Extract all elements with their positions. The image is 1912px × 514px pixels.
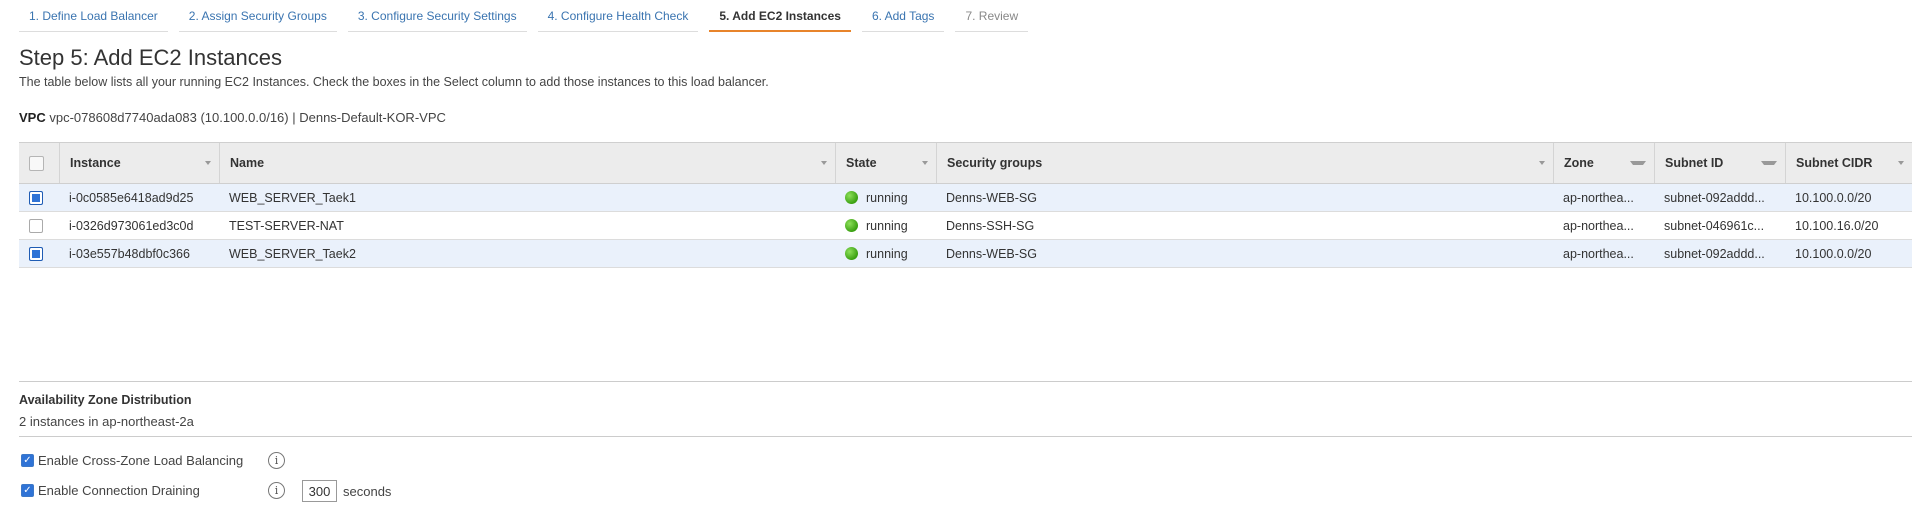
instance-state: running: [835, 212, 936, 239]
page-description: The table below lists all your running E…: [19, 75, 769, 89]
vpc-label: VPC: [19, 110, 46, 125]
connection-draining-checkbox[interactable]: ✓: [21, 484, 34, 497]
running-status-icon: [845, 247, 858, 260]
tab-assign-security-groups[interactable]: 2. Assign Security Groups: [178, 0, 337, 32]
table-row[interactable]: i-0c0585e6418ad9d25 WEB_SERVER_Taek1 run…: [19, 184, 1912, 212]
draining-timeout-input[interactable]: [302, 480, 337, 502]
availability-zone-title: Availability Zone Distribution: [19, 393, 192, 407]
wizard-tabs: 1. Define Load Balancer 2. Assign Securi…: [19, 0, 1039, 32]
instance-state: running: [835, 184, 936, 211]
table-row[interactable]: i-0326d973061ed3c0d TEST-SERVER-NAT runn…: [19, 212, 1912, 240]
table-header: Instance Name State Security groups Zone…: [19, 143, 1912, 184]
info-icon[interactable]: i: [268, 452, 285, 469]
vpc-info: VPC vpc-078608d7740ada083 (10.100.0.0/16…: [19, 110, 446, 125]
tab-review[interactable]: 7. Review: [955, 0, 1029, 32]
sort-arrow-icon: [922, 161, 928, 165]
subnet-id: subnet-092addd...: [1664, 190, 1765, 205]
table-row[interactable]: i-03e557b48dbf0c366 WEB_SERVER_Taek2 run…: [19, 240, 1912, 268]
sort-arrow-icon: [1539, 161, 1545, 165]
connection-draining-label: Enable Connection Draining: [38, 483, 200, 498]
header-instance[interactable]: Instance: [59, 143, 219, 183]
header-subnet-cidr[interactable]: Subnet CIDR: [1785, 143, 1912, 183]
tab-define-load-balancer[interactable]: 1. Define Load Balancer: [19, 0, 168, 32]
subnet-cidr: 10.100.16.0/20: [1795, 218, 1879, 233]
row-checkbox[interactable]: [29, 218, 43, 233]
instance-name: WEB_SERVER_Taek2: [229, 246, 356, 261]
connection-draining-option: ✓ Enable Connection Draining: [21, 483, 200, 498]
cross-zone-label: Enable Cross-Zone Load Balancing: [38, 453, 244, 468]
zone: ap-northea...: [1563, 190, 1634, 205]
header-zone[interactable]: Zone: [1553, 143, 1654, 183]
header-security-groups[interactable]: Security groups: [936, 143, 1553, 183]
divider: [19, 436, 1912, 437]
subnet-cidr: 10.100.0.0/20: [1795, 246, 1872, 261]
row-checkbox[interactable]: [29, 246, 43, 261]
instance-state: running: [835, 240, 936, 267]
vpc-value: vpc-078608d7740ada083 (10.100.0.0/16) | …: [49, 110, 446, 125]
running-status-icon: [845, 191, 858, 204]
select-all-checkbox[interactable]: [29, 155, 44, 171]
instance-id: i-0c0585e6418ad9d25: [69, 190, 194, 205]
security-groups: Denns-SSH-SG: [946, 218, 1035, 233]
zone: ap-northea...: [1563, 218, 1634, 233]
availability-zone-text: 2 instances in ap-northeast-2a: [19, 414, 194, 429]
sort-arrow-icon: [1630, 161, 1646, 165]
header-state[interactable]: State: [835, 143, 936, 183]
running-status-icon: [845, 219, 858, 232]
instance-id: i-03e557b48dbf0c366: [69, 246, 190, 261]
cross-zone-option: ✓ Enable Cross-Zone Load Balancing: [21, 453, 243, 468]
tab-configure-security-settings[interactable]: 3. Configure Security Settings: [347, 0, 527, 32]
select-all-cell: [19, 143, 59, 183]
header-subnet-id[interactable]: Subnet ID: [1654, 143, 1785, 183]
info-icon[interactable]: i: [268, 482, 285, 499]
draining-timeout-group: seconds: [302, 480, 391, 502]
tab-configure-health-check[interactable]: 4. Configure Health Check: [537, 0, 699, 32]
row-checkbox[interactable]: [29, 190, 43, 205]
sort-arrow-icon: [1898, 161, 1904, 165]
subnet-cidr: 10.100.0.0/20: [1795, 190, 1872, 205]
sort-arrow-icon: [1761, 161, 1777, 165]
instance-name: WEB_SERVER_Taek1: [229, 190, 356, 205]
tab-add-ec2-instances[interactable]: 5. Add EC2 Instances: [709, 0, 851, 32]
sort-arrow-icon: [205, 161, 211, 165]
seconds-label: seconds: [343, 483, 392, 499]
security-groups: Denns-WEB-SG: [946, 190, 1037, 205]
instance-id: i-0326d973061ed3c0d: [69, 218, 194, 233]
security-groups: Denns-WEB-SG: [946, 246, 1037, 261]
sort-arrow-icon: [821, 161, 827, 165]
header-name[interactable]: Name: [219, 143, 835, 183]
subnet-id: subnet-092addd...: [1664, 246, 1765, 261]
instance-name: TEST-SERVER-NAT: [229, 218, 344, 233]
cross-zone-checkbox[interactable]: ✓: [21, 454, 34, 467]
tab-add-tags[interactable]: 6. Add Tags: [861, 0, 945, 32]
page-title: Step 5: Add EC2 Instances: [19, 45, 282, 70]
zone: ap-northea...: [1563, 246, 1634, 261]
subnet-id: subnet-046961c...: [1664, 218, 1765, 233]
divider: [19, 381, 1912, 382]
instances-table: Instance Name State Security groups Zone…: [19, 142, 1912, 268]
